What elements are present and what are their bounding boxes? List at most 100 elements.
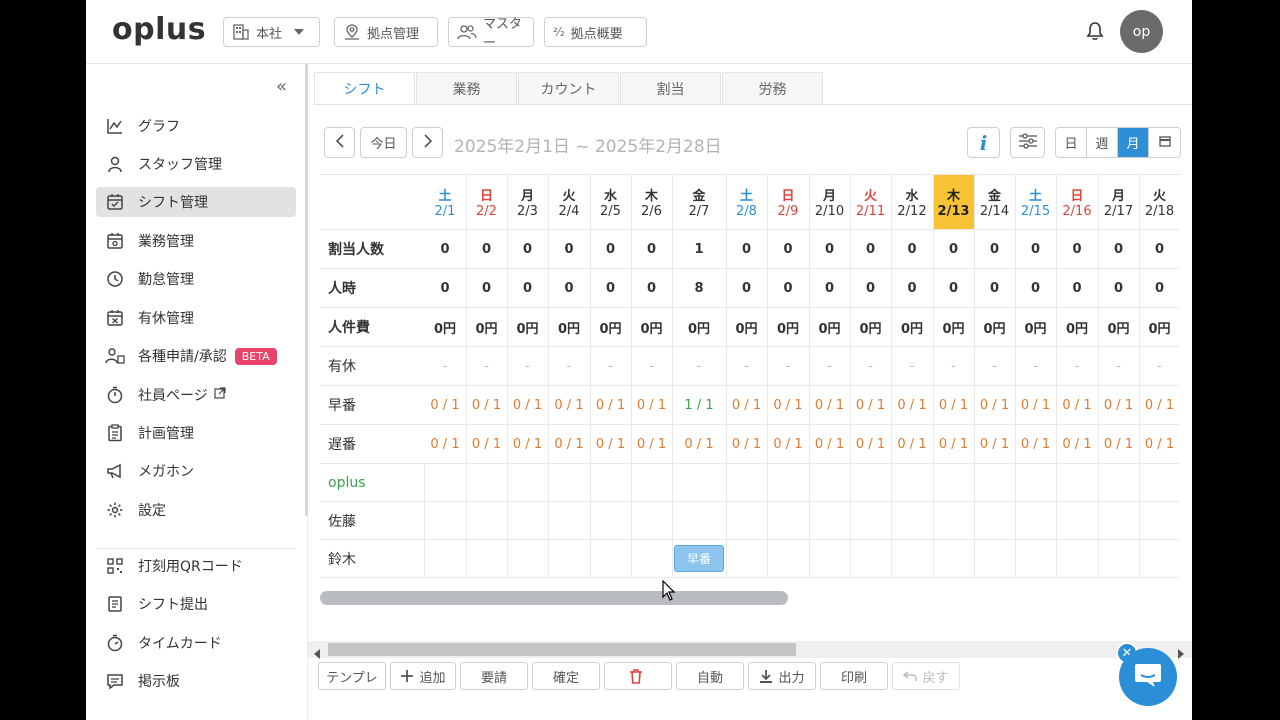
sidebar-item-board[interactable]: 掲示板 — [96, 666, 296, 696]
day-header[interactable]: 木 2/13 — [933, 175, 974, 230]
grid-cell[interactable] — [424, 502, 466, 540]
grid-cell[interactable] — [809, 540, 850, 578]
sidebar-item-graph[interactable]: グラフ — [96, 111, 296, 141]
grid-cell[interactable] — [933, 464, 974, 502]
grid-cell[interactable] — [767, 540, 809, 578]
shift-chip[interactable]: 早番 — [674, 545, 724, 572]
grid-cell[interactable] — [767, 502, 809, 540]
grid-cell[interactable] — [726, 540, 767, 578]
sidebar-item-settings[interactable]: 設定 — [96, 495, 296, 525]
grid-cell[interactable] — [631, 464, 672, 502]
grid-cell[interactable] — [548, 502, 590, 540]
grid-cell[interactable] — [891, 502, 933, 540]
grid-cell[interactable] — [891, 540, 933, 578]
grid-cell[interactable] — [1056, 502, 1098, 540]
toolbar-button[interactable]: 自動 — [676, 662, 744, 690]
day-header[interactable]: 火 2/11 — [850, 175, 891, 230]
scroll-right-icon[interactable] — [1178, 644, 1184, 663]
grid-cell[interactable] — [891, 464, 933, 502]
grid-cell[interactable] — [672, 464, 726, 502]
grid-cell[interactable] — [466, 464, 507, 502]
grid-cell[interactable] — [767, 464, 809, 502]
grid-cell[interactable] — [1056, 464, 1098, 502]
grid-cell[interactable] — [631, 502, 672, 540]
grid-cell[interactable] — [1098, 502, 1139, 540]
toolbar-button[interactable]: 印刷 — [820, 662, 888, 690]
tab-labor[interactable]: 労務 — [722, 72, 823, 105]
grid-cell[interactable] — [507, 502, 548, 540]
grid-cell[interactable] — [1139, 464, 1180, 502]
grid-cell[interactable] — [507, 540, 548, 578]
day-header[interactable]: 月 2/17 — [1098, 175, 1139, 230]
tab-assign[interactable]: 割当 — [620, 72, 721, 105]
grid-cell[interactable] — [1139, 540, 1180, 578]
branch-select[interactable]: 本社 — [223, 17, 320, 47]
grid-cell[interactable] — [672, 502, 726, 540]
chat-button[interactable] — [1119, 648, 1177, 706]
day-header[interactable]: 月 2/10 — [809, 175, 850, 230]
day-header[interactable]: 日 2/9 — [767, 175, 809, 230]
view-week-button[interactable]: 週 — [1087, 128, 1118, 157]
grid-cell[interactable] — [1098, 540, 1139, 578]
day-header[interactable]: 日 2/16 — [1056, 175, 1098, 230]
day-header[interactable]: 日 2/2 — [466, 175, 507, 230]
grid-cell[interactable] — [726, 464, 767, 502]
day-header[interactable]: 火 2/18 — [1139, 175, 1180, 230]
grid-cell[interactable] — [424, 464, 466, 502]
day-header[interactable]: 金 2/7 — [672, 175, 726, 230]
row-label[interactable]: 佐藤 — [320, 502, 424, 540]
grid-cell[interactable] — [974, 464, 1015, 502]
toolbar-button[interactable]: 出力 — [748, 662, 816, 690]
day-header[interactable]: 金 2/14 — [974, 175, 1015, 230]
toolbar-button[interactable] — [604, 662, 672, 690]
grid-cell[interactable] — [631, 540, 672, 578]
grid-cell[interactable] — [1015, 540, 1056, 578]
grid-cell[interactable] — [590, 540, 631, 578]
prev-button[interactable] — [324, 127, 355, 158]
avatar[interactable]: op — [1120, 10, 1163, 53]
grid-cell[interactable] — [809, 502, 850, 540]
location-overview-button[interactable]: ²⁄₂ 拠点概要 — [544, 17, 647, 47]
day-header[interactable]: 月 2/3 — [507, 175, 548, 230]
grid-cell[interactable] — [1139, 502, 1180, 540]
sidebar-item-employee-page[interactable]: 社員ページ — [96, 380, 296, 410]
sidebar-item-requests[interactable]: 各種申請/承認 BETA — [96, 341, 296, 371]
grid-cell[interactable] — [507, 464, 548, 502]
day-header[interactable]: 土 2/1 — [424, 175, 466, 230]
grid-cell[interactable] — [548, 464, 590, 502]
grid-cell[interactable] — [1056, 540, 1098, 578]
grid-cell[interactable] — [974, 502, 1015, 540]
toolbar-button[interactable]: テンプレ — [318, 662, 386, 690]
row-label[interactable]: oplus — [320, 464, 424, 502]
grid-cell[interactable] — [590, 464, 631, 502]
grid-cell[interactable] — [424, 540, 466, 578]
grid-cell[interactable] — [933, 540, 974, 578]
info-button[interactable]: i — [967, 127, 1000, 158]
calendar-picker-button[interactable] — [1149, 128, 1180, 157]
sidebar-item-megaphone[interactable]: メガホン — [96, 456, 296, 486]
sidebar-item-attendance[interactable]: 勤怠管理 — [96, 264, 296, 294]
grid-cell[interactable] — [1098, 464, 1139, 502]
grid-cell[interactable] — [850, 540, 891, 578]
grid-cell[interactable] — [466, 502, 507, 540]
toolbar-button[interactable]: 追加 — [390, 662, 456, 690]
toolbar-button[interactable]: 確定 — [532, 662, 600, 690]
grid-cell[interactable] — [1015, 502, 1056, 540]
toolbar-button[interactable]: 要請 — [460, 662, 528, 690]
grid-cell[interactable] — [466, 540, 507, 578]
sidebar-item-timecard[interactable]: タイムカード — [96, 628, 296, 658]
view-day-button[interactable]: 日 — [1056, 128, 1087, 157]
grid-cell[interactable] — [974, 540, 1015, 578]
grid-cell[interactable] — [850, 502, 891, 540]
sidebar-item-task[interactable]: 業務管理 — [96, 226, 296, 256]
grid-cell[interactable] — [809, 464, 850, 502]
page-horizontal-scrollbar[interactable] — [328, 643, 796, 656]
day-header[interactable]: 火 2/4 — [548, 175, 590, 230]
grid-cell[interactable] — [726, 502, 767, 540]
day-header[interactable]: 水 2/12 — [891, 175, 933, 230]
location-manage-button[interactable]: 拠点管理 — [334, 17, 438, 47]
sidebar-item-plan[interactable]: 計画管理 — [96, 418, 296, 448]
row-label[interactable]: 鈴木 — [320, 540, 424, 578]
filter-settings-button[interactable] — [1010, 127, 1045, 158]
day-header[interactable]: 水 2/5 — [590, 175, 631, 230]
